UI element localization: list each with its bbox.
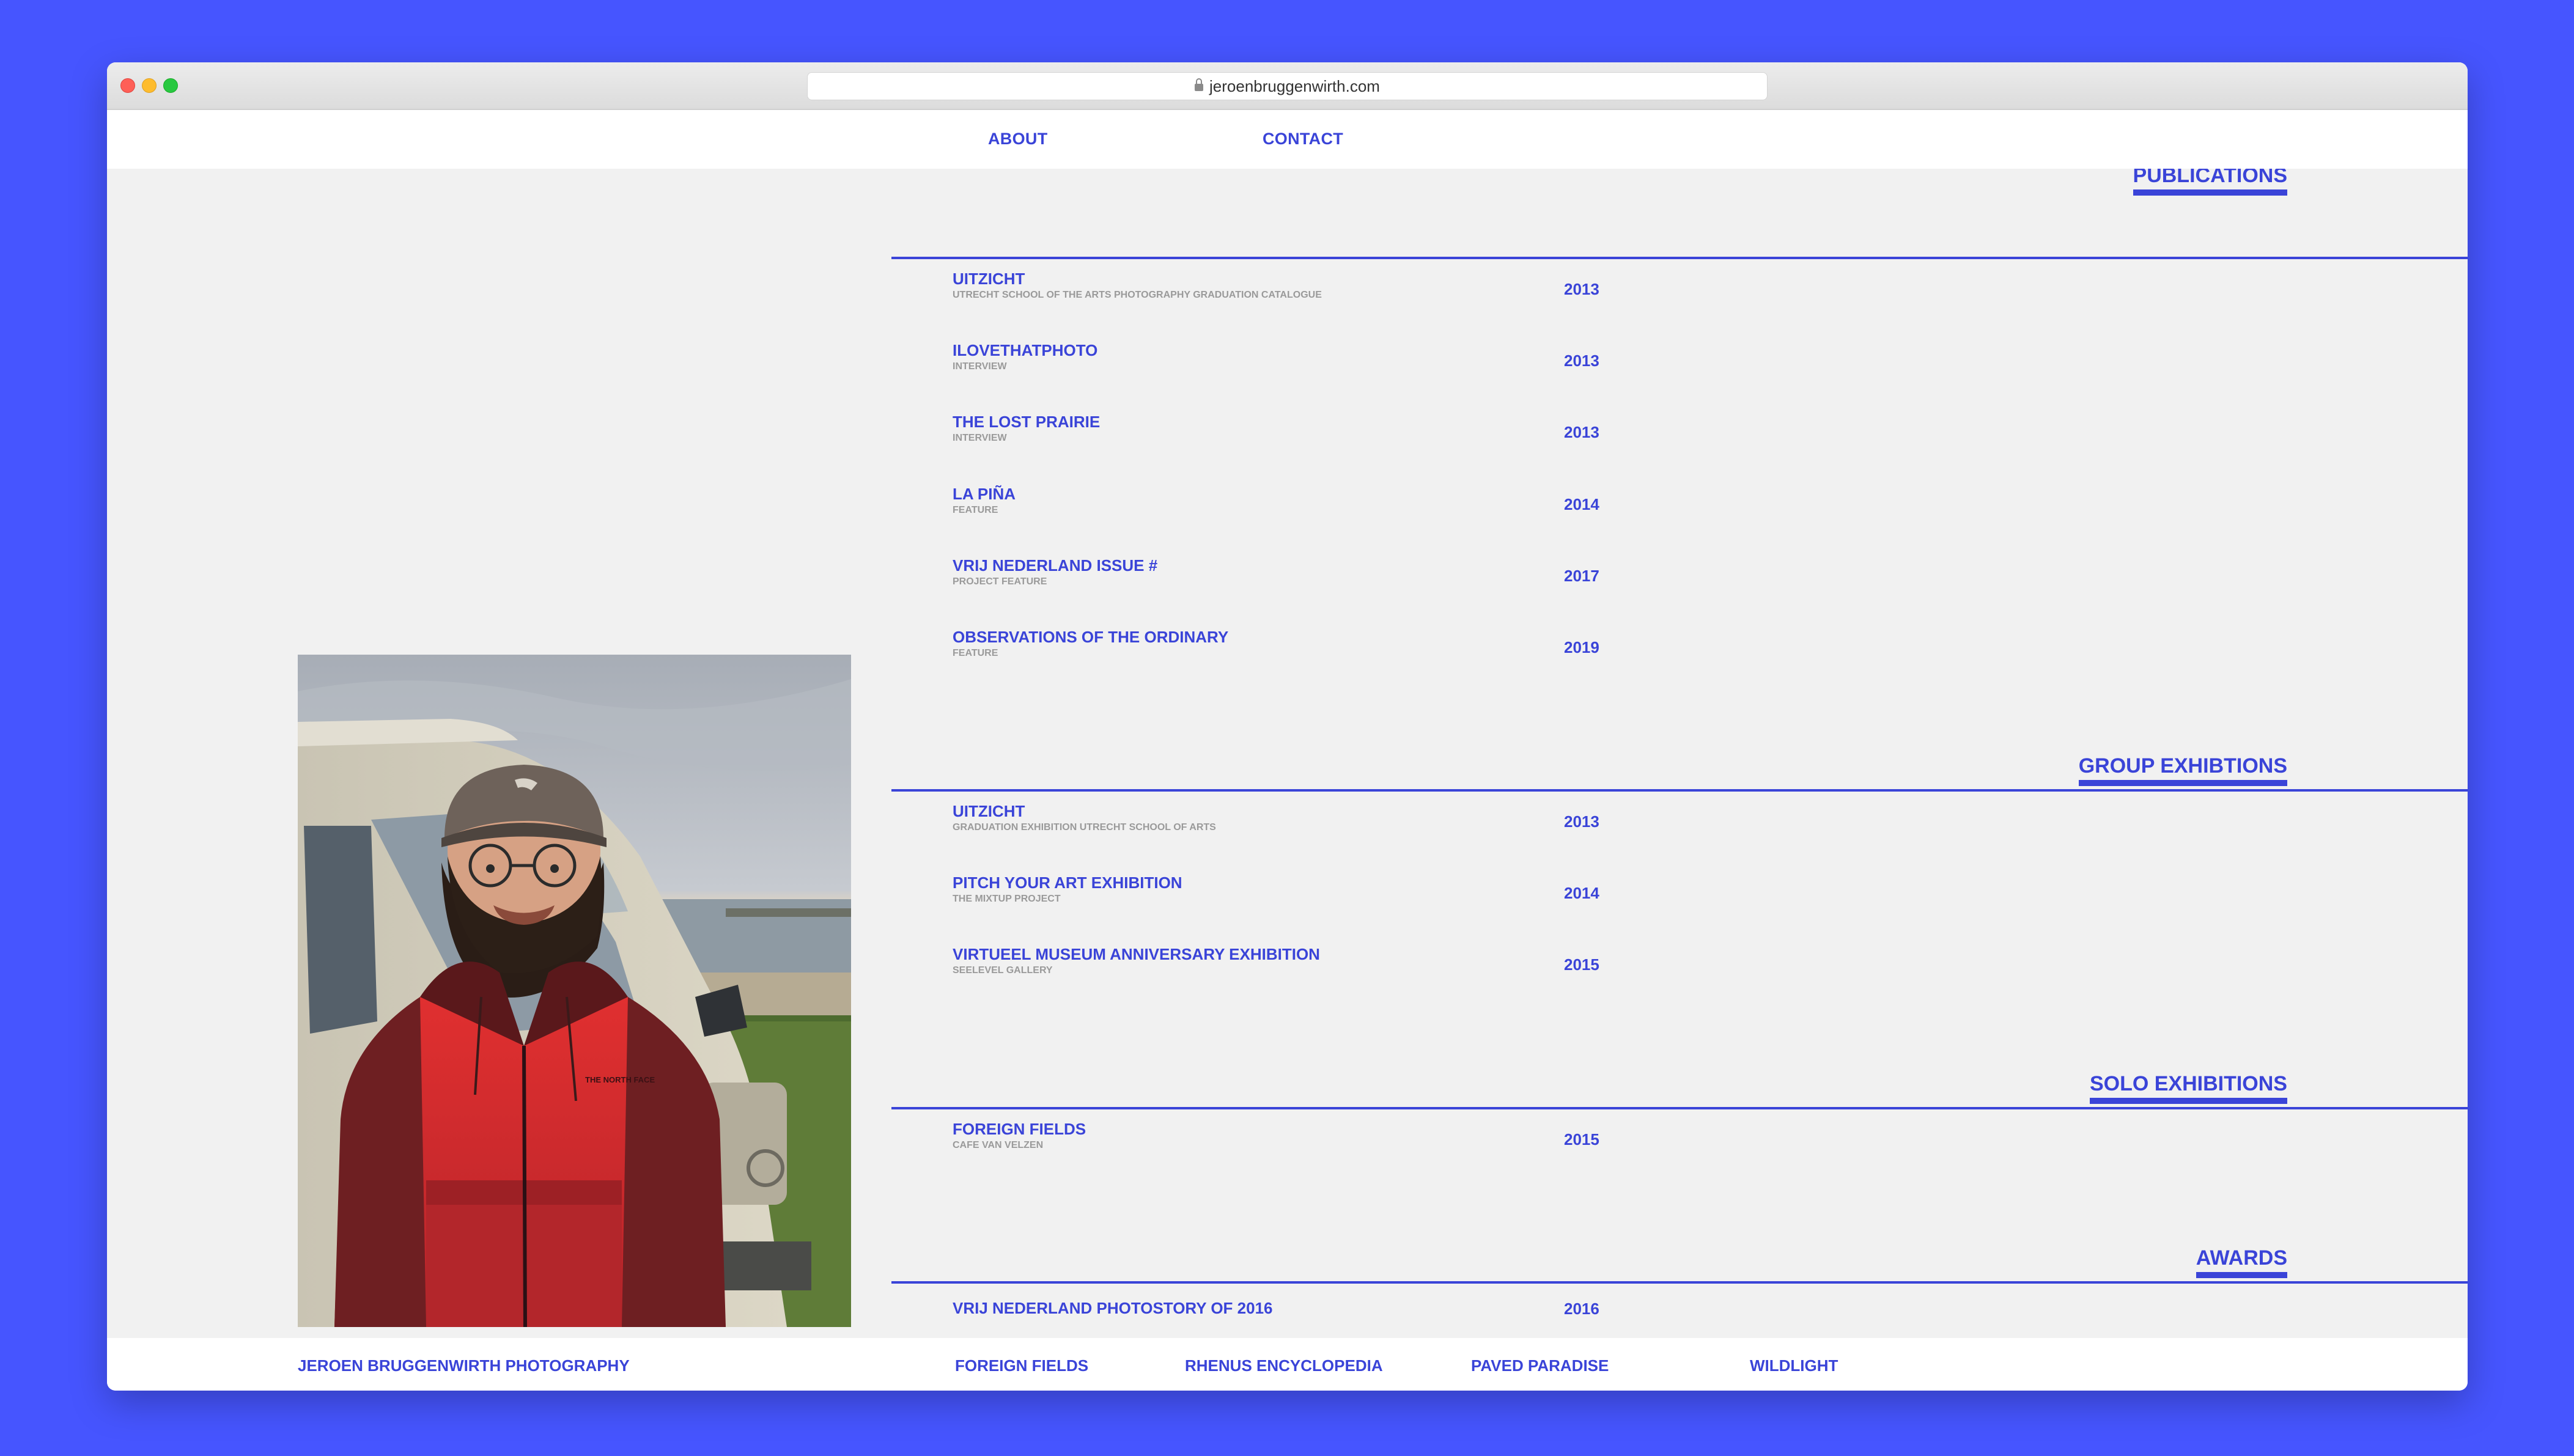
publication-year: 2013: [1564, 423, 1599, 441]
awards-divider: [891, 1281, 2468, 1284]
exhibition-year: 2015: [1564, 955, 1599, 974]
solo-exhibitions-heading: SOLO EXHIBITIONS: [2089, 1073, 2287, 1104]
exhibition-title[interactable]: PITCH YOUR ART EXHIBITION: [953, 873, 1717, 892]
publication-year: 2019: [1564, 638, 1599, 656]
footer-nav: JEROEN BRUGGENWIRTH PHOTOGRAPHY FOREIGN …: [107, 1338, 2468, 1391]
maximize-window-button[interactable]: [163, 78, 178, 93]
group-exhibitions-heading: GROUP EXHIBTIONS: [2078, 756, 2287, 786]
publication-title[interactable]: OBSERVATIONS OF THE ORDINARY: [953, 628, 1717, 647]
publication-subtitle: INTERVIEW: [953, 432, 1007, 443]
award-year: 2016: [1564, 1300, 1599, 1318]
close-window-button[interactable]: [120, 78, 135, 93]
exhibition-subtitle: THE MIXTUP PROJECT: [953, 893, 1061, 904]
publication-year: 2017: [1564, 567, 1599, 585]
publication-title[interactable]: THE LOST PRAIRIE: [953, 413, 1717, 432]
publication-item[interactable]: OBSERVATIONS OF THE ORDINARY FEATURE 201…: [953, 628, 1717, 677]
nav-contact-link[interactable]: CONTACT: [1263, 130, 1343, 149]
publication-item[interactable]: LA PIÑA FEATURE 2014: [953, 485, 1717, 534]
awards-heading: AWARDS: [2196, 1248, 2287, 1278]
publication-year: 2013: [1564, 280, 1599, 298]
minimize-window-button[interactable]: [142, 78, 157, 93]
address-bar[interactable]: jeroenbruggenwirth.com: [807, 72, 1768, 100]
publication-title[interactable]: LA PIÑA: [953, 485, 1717, 504]
publication-subtitle: UTRECHT SCHOOL OF THE ARTS PHOTOGRAPHY G…: [953, 289, 1322, 300]
publication-item[interactable]: UITZICHT UTRECHT SCHOOL OF THE ARTS PHOT…: [953, 270, 1717, 319]
publication-subtitle: PROJECT FEATURE: [953, 576, 1047, 587]
footer-link-paved-paradise[interactable]: PAVED PARADISE: [1471, 1356, 1609, 1375]
publication-subtitle: FEATURE: [953, 504, 998, 515]
solo-exhibition-item[interactable]: FOREIGN FIELDS CAFE VAN VELZEN 2015: [953, 1120, 1717, 1169]
address-bar-url: jeroenbruggenwirth.com: [1209, 76, 1380, 95]
lock-icon: [1195, 78, 1204, 91]
publication-subtitle: FEATURE: [953, 647, 998, 658]
footer-link-wildlight[interactable]: WILDLIGHT: [1750, 1356, 1838, 1375]
browser-window: jeroenbruggenwirth.com ABOUT CONTACT THE…: [107, 62, 2468, 1391]
publication-year: 2014: [1564, 495, 1599, 513]
exhibition-subtitle: SEELEVEL GALLERY: [953, 965, 1053, 976]
footer-brand-link[interactable]: JEROEN BRUGGENWIRTH PHOTOGRAPHY: [298, 1356, 630, 1375]
portrait-photo: THE NORTH FACE: [298, 655, 851, 1327]
publication-subtitle: INTERVIEW: [953, 361, 1007, 372]
main-content: THE NORTH FACE PUBLICATIONS UITZICHT UTR…: [107, 169, 2468, 1338]
exhibition-year: 2014: [1564, 884, 1599, 902]
top-nav: ABOUT CONTACT: [107, 110, 2468, 169]
exhibition-year: 2013: [1564, 812, 1599, 831]
browser-titlebar: jeroenbruggenwirth.com: [107, 62, 2468, 110]
publication-item[interactable]: THE LOST PRAIRIE INTERVIEW 2013: [953, 413, 1717, 462]
group-exhibition-item[interactable]: PITCH YOUR ART EXHIBITION THE MIXTUP PRO…: [953, 873, 1717, 923]
nav-about-link[interactable]: ABOUT: [988, 130, 1048, 149]
publications-divider: [891, 257, 2468, 259]
award-title[interactable]: VRIJ NEDERLAND PHOTOSTORY OF 2016: [953, 1299, 1717, 1318]
group-exhibitions-divider: [891, 789, 2468, 792]
footer-link-rhenus-encyclopedia[interactable]: RHENUS ENCYCLOPEDIA: [1185, 1356, 1383, 1375]
exhibition-title[interactable]: VIRTUEEL MUSEUM ANNIVERSARY EXHIBITION: [953, 945, 1717, 964]
exhibition-title[interactable]: UITZICHT: [953, 802, 1717, 821]
publication-title[interactable]: ILOVETHATPHOTO: [953, 341, 1717, 360]
award-item[interactable]: VRIJ NEDERLAND PHOTOSTORY OF 2016 2016: [953, 1299, 1717, 1338]
exhibition-title[interactable]: FOREIGN FIELDS: [953, 1120, 1717, 1139]
jacket-logo-text: THE NORTH FACE: [585, 1075, 655, 1084]
publication-year: 2013: [1564, 351, 1599, 370]
solo-exhibitions-divider: [891, 1107, 2468, 1109]
exhibition-year: 2015: [1564, 1130, 1599, 1149]
publication-title[interactable]: UITZICHT: [953, 270, 1717, 289]
exhibition-subtitle: CAFE VAN VELZEN: [953, 1139, 1044, 1150]
group-exhibition-item[interactable]: UITZICHT GRADUATION EXHIBITION UTRECHT S…: [953, 802, 1717, 851]
publication-item[interactable]: VRIJ NEDERLAND ISSUE # PROJECT FEATURE 2…: [953, 556, 1717, 606]
publication-item[interactable]: ILOVETHATPHOTO INTERVIEW 2013: [953, 341, 1717, 391]
group-exhibition-item[interactable]: VIRTUEEL MUSEUM ANNIVERSARY EXHIBITION S…: [953, 945, 1717, 995]
footer-link-foreign-fields[interactable]: FOREIGN FIELDS: [955, 1356, 1088, 1375]
exhibition-subtitle: GRADUATION EXHIBITION UTRECHT SCHOOL OF …: [953, 822, 1216, 833]
publications-heading: PUBLICATIONS: [2133, 169, 2287, 196]
publication-title[interactable]: VRIJ NEDERLAND ISSUE #: [953, 556, 1717, 575]
